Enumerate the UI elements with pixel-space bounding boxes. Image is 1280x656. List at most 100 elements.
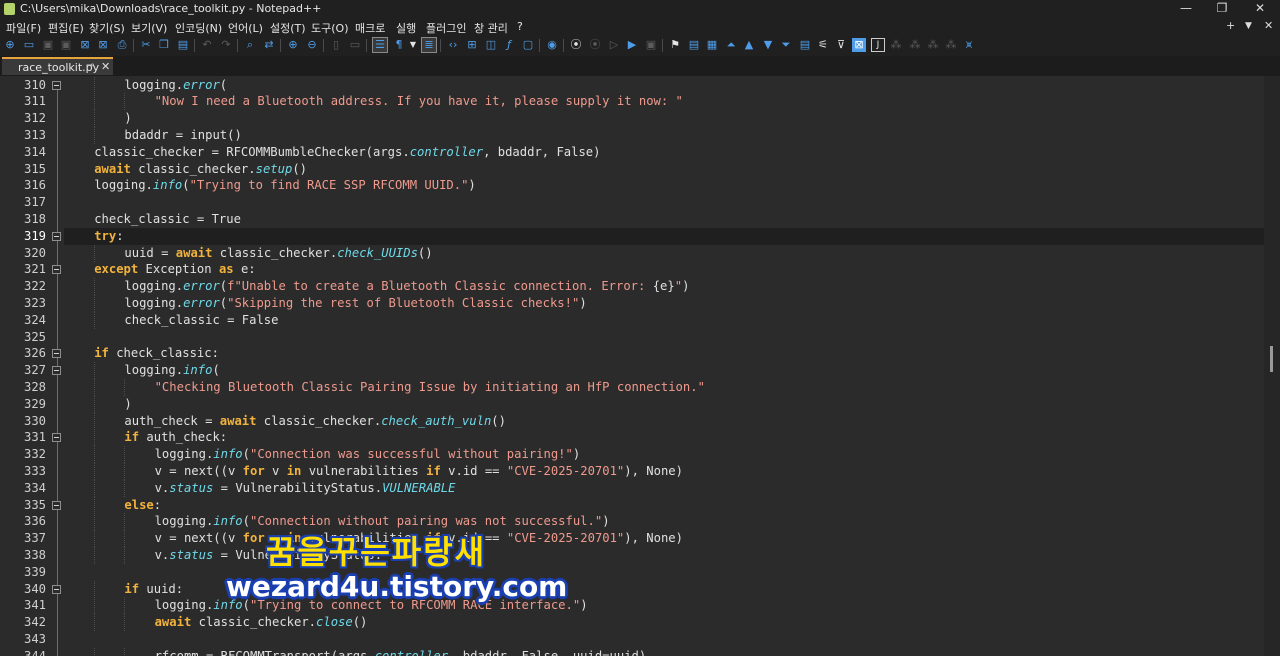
menu-help[interactable]: ? — [517, 20, 523, 33]
plugin-icon-5[interactable]: ▲ — [742, 38, 756, 52]
code-line[interactable]: logging.info("Connection without pairing… — [64, 513, 1264, 531]
fold-toggle-icon[interactable] — [52, 433, 61, 443]
code-line[interactable]: uuid = await classic_checker.check_UUIDs… — [64, 244, 1264, 262]
maximize-button[interactable]: ❐ — [1204, 0, 1240, 18]
code-line[interactable]: except Exception as e: — [64, 261, 1264, 278]
play-macro-icon[interactable]: ▷ — [607, 38, 621, 52]
add-tab-button[interactable]: + — [1226, 19, 1235, 32]
code-line[interactable]: ) — [64, 395, 1264, 413]
doc-list-icon[interactable]: ◫ — [484, 38, 498, 52]
open-file-icon[interactable]: ▭ — [22, 38, 36, 52]
menu-edit[interactable]: 편집(E) — [48, 20, 84, 36]
code-editor[interactable]: 310 311 312 313 314 315 316 317 318 319 320 321 322 3… — [0, 76, 1280, 656]
code-line[interactable]: else: — [64, 496, 1264, 514]
menu-language[interactable]: 언어(L) — [228, 20, 263, 36]
code-line[interactable]: rfcomm = RFCOMMTransport(args.controller… — [64, 647, 1264, 656]
plugin-icon-2[interactable]: ▤ — [687, 38, 701, 52]
code-line[interactable] — [64, 194, 1264, 211]
save-macro-icon[interactable]: ▣ — [644, 38, 658, 52]
fold-toggle-icon[interactable] — [52, 349, 61, 359]
fold-toggle-icon[interactable] — [52, 80, 61, 90]
menu-search[interactable]: 찾기(S) — [89, 20, 125, 36]
find-icon[interactable]: ⌕ — [243, 38, 257, 52]
close-icon[interactable]: ⊠ — [78, 38, 92, 52]
code-line[interactable]: ) — [64, 110, 1264, 128]
fold-toggle-icon[interactable] — [52, 366, 61, 376]
code-line[interactable]: logging.info( — [64, 362, 1264, 380]
copy-icon[interactable]: ❐ — [157, 38, 171, 52]
menu-encoding[interactable]: 인코딩(N) — [175, 20, 222, 36]
save-icon[interactable]: ▣ — [41, 38, 55, 52]
run-macro-multiple-icon[interactable]: ▶ — [625, 38, 639, 52]
code-line[interactable]: v.status = VulnerabilityStatus. — [64, 546, 1264, 564]
plugin-icon-15[interactable]: ⁂ — [926, 38, 940, 52]
pin-icon[interactable]: ⊸ — [86, 60, 94, 71]
code-line[interactable]: logging.error(f"Unable to create a Bluet… — [64, 278, 1264, 296]
code-line[interactable]: logging.info("Connection was successful … — [64, 446, 1264, 464]
word-wrap-icon[interactable]: ☰ — [372, 37, 388, 53]
menu-window[interactable]: 창 관리 — [474, 20, 508, 36]
udl-icon[interactable]: ‹› — [446, 38, 460, 52]
code-line[interactable]: try: — [64, 227, 1264, 245]
code-line[interactable]: await classic_checker.setup() — [64, 161, 1264, 178]
code-line[interactable]: v = next((v for v in vulnerabilities if … — [64, 462, 1264, 480]
list-tabs-button[interactable]: ▼ — [1245, 21, 1252, 31]
code-line[interactable] — [64, 631, 1264, 648]
record-macro-icon[interactable]: ⦿ — [569, 38, 583, 52]
plugin-icon-8[interactable]: ▤ — [798, 38, 812, 52]
menu-settings[interactable]: 설정(T) — [270, 20, 306, 36]
fold-toggle-icon[interactable] — [52, 584, 61, 594]
monitoring-icon[interactable]: ◉ — [545, 38, 559, 52]
save-all-icon[interactable]: ▣ — [59, 38, 73, 52]
code-line[interactable]: classic_checker = RFCOMMBumbleChecker(ar… — [64, 144, 1264, 161]
folder-workspace-icon[interactable]: ▢ — [521, 38, 535, 52]
plugin-icon-4[interactable]: ⏶ — [724, 38, 738, 52]
scrollbar-thumb[interactable] — [1270, 346, 1273, 372]
plugin-icon-9[interactable]: ⚟ — [816, 38, 830, 52]
paste-icon[interactable]: ▤ — [176, 38, 190, 52]
minimize-button[interactable]: — — [1168, 0, 1204, 18]
plugin-icon-13[interactable]: ⁂ — [889, 38, 903, 52]
replace-icon[interactable]: ⇄ — [262, 38, 276, 52]
menu-plugins[interactable]: 플러그인 — [426, 20, 466, 36]
code-line[interactable]: if auth_check: — [64, 429, 1264, 447]
menu-view[interactable]: 보기(V) — [131, 20, 167, 36]
code-line[interactable]: if check_classic: — [64, 345, 1264, 362]
plugin-icon-14[interactable]: ⁂ — [908, 38, 922, 52]
code-line[interactable]: check_classic = True — [64, 211, 1264, 228]
indent-guide-icon[interactable]: ≣ — [421, 37, 437, 53]
redo-icon[interactable]: ↷ — [219, 38, 233, 52]
zoom-out-icon[interactable]: ⊖ — [305, 38, 319, 52]
sync-horizontal-icon[interactable]: ▭ — [348, 38, 362, 52]
cut-icon[interactable]: ✂ — [139, 38, 153, 52]
code-line[interactable]: logging.error("Skipping the rest of Blue… — [64, 294, 1264, 312]
code-line[interactable] — [64, 329, 1264, 346]
close-window-button[interactable]: ✕ — [1242, 0, 1278, 18]
menu-tools[interactable]: 도구(O) — [311, 20, 348, 36]
plugin-icon-3[interactable]: ▦ — [705, 38, 719, 52]
plugin-icon-12[interactable]: J — [871, 38, 885, 52]
plugin-icon-17[interactable]: ⩙ — [962, 38, 976, 52]
code-area[interactable]: logging.error("Now I need a Bluetooth ad… — [64, 76, 1264, 656]
code-line[interactable]: logging.error( — [64, 76, 1264, 94]
vertical-scrollbar[interactable] — [1264, 76, 1280, 656]
fold-toggle-icon[interactable] — [52, 265, 61, 275]
close-doc-button[interactable]: ✕ — [1264, 19, 1273, 32]
chevron-down-icon[interactable]: ▼ — [406, 38, 420, 52]
close-all-icon[interactable]: ⊠ — [96, 38, 110, 52]
zoom-in-icon[interactable]: ⊕ — [286, 38, 300, 52]
print-icon[interactable]: ⎙ — [115, 38, 129, 52]
plugin-icon-16[interactable]: ⁂ — [944, 38, 958, 52]
menu-file[interactable]: 파일(F) — [6, 20, 41, 36]
fold-toggle-icon[interactable] — [52, 231, 61, 241]
plugin-icon-6[interactable]: ▼ — [761, 38, 775, 52]
function-list-icon[interactable]: ƒ — [502, 38, 516, 52]
menu-run[interactable]: 실행 — [396, 20, 416, 36]
code-line[interactable]: logging.info("Trying to find RACE SSP RF… — [64, 177, 1264, 194]
plugin-icon-7[interactable]: ⏷ — [779, 38, 793, 52]
doc-map-icon[interactable]: ⊞ — [465, 38, 479, 52]
plugin-icon-1[interactable]: ⚑ — [668, 38, 682, 52]
undo-icon[interactable]: ↶ — [200, 38, 214, 52]
code-line[interactable]: bdaddr = input() — [64, 126, 1264, 144]
sync-vertical-icon[interactable]: ▯ — [329, 38, 343, 52]
